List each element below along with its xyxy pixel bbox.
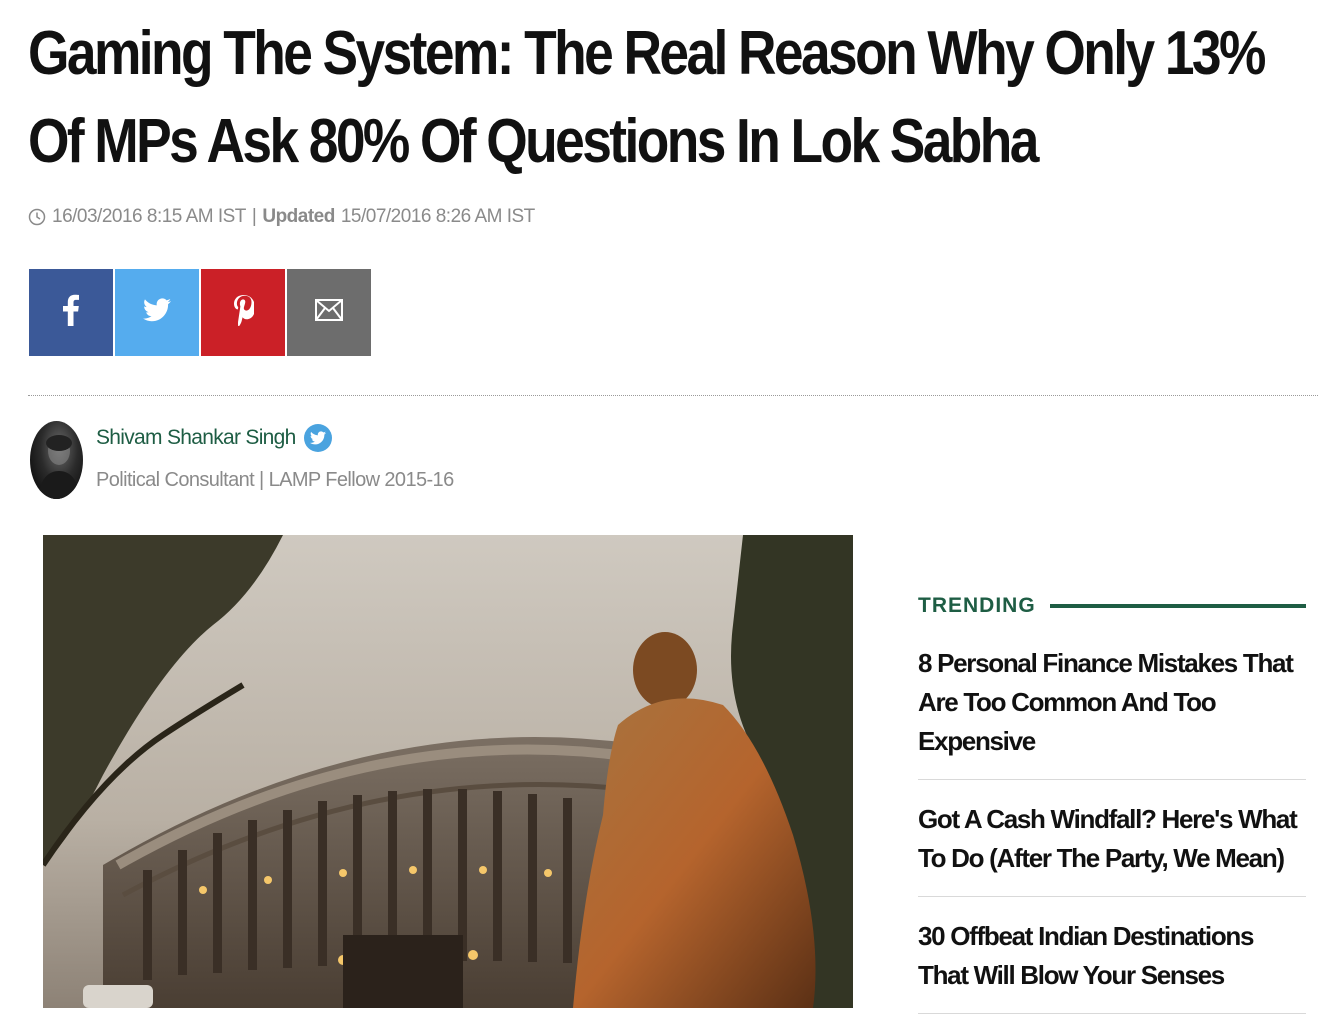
article-headline: Gaming The System: The Real Reason Why O… [28,19,1266,176]
section-divider [28,395,1318,396]
author-twitter-icon[interactable] [303,424,332,452]
author-name-link[interactable]: Shivam Shankar Singh [96,426,296,450]
hero-image[interactable] [43,535,853,1008]
share-twitter-button[interactable] [115,269,199,356]
updated-label: Updated [262,206,335,227]
share-facebook-button[interactable] [29,269,113,356]
share-email-button[interactable] [287,269,371,356]
facebook-icon [63,294,79,331]
trending-rule [1049,604,1306,608]
email-icon [315,299,343,326]
author-byline: Shivam Shankar Singh [96,424,332,452]
trending-item[interactable]: 30 Offbeat Indian Destinations That Will… [918,917,1306,1014]
trending-item[interactable]: 8 Personal Finance Mistakes That Are Too… [918,644,1306,780]
pinterest-icon [232,294,256,331]
share-bar [29,269,371,356]
article-timestamp: 16/03/2016 8:15 AM IST | Updated 15/07/2… [28,204,535,230]
trending-header: TRENDING [918,594,1306,618]
trending-list: 8 Personal Finance Mistakes That Are Too… [918,644,1306,1034]
clock-icon [28,208,46,226]
meta-separator: | [251,206,257,227]
share-pinterest-button[interactable] [201,269,285,356]
author-role: Political Consultant | LAMP Fellow 2015-… [96,469,454,491]
updated-date: 15/07/2016 8:26 AM IST [340,206,535,227]
published-date: 16/03/2016 8:15 AM IST [52,206,246,227]
trending-item[interactable]: Got A Cash Windfall? Here's What To Do (… [918,800,1306,897]
trending-label: TRENDING [918,594,1036,617]
author-avatar[interactable] [30,421,83,499]
twitter-icon [143,298,171,327]
